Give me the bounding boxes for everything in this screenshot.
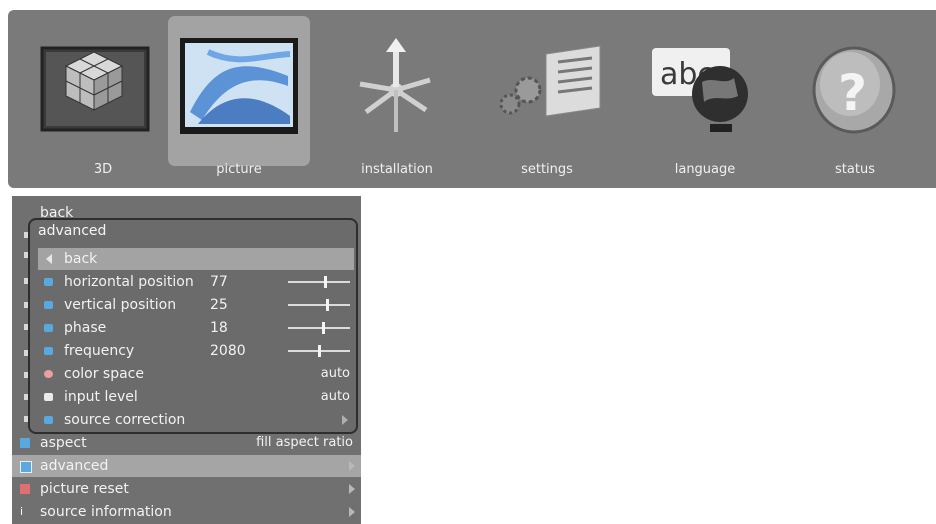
submenu-item-frequency[interactable]: frequency 2080 [38,340,354,362]
chevron-right-icon [349,507,355,517]
status-icon: ? [812,46,896,134]
color-space-icon [44,370,53,378]
item-label: aspect [40,435,87,451]
menu-item-advanced[interactable]: advanced [12,455,361,477]
submenu-item-phase[interactable]: phase 18 [38,317,354,339]
vertical-position-slider[interactable] [288,299,350,311]
item-label: color space [64,366,144,382]
back-label: back [64,251,98,267]
phase-slider[interactable] [288,322,350,334]
tab-label: picture [216,162,262,177]
tab-3d[interactable]: 3D [32,16,174,177]
submenu-item-horizontal-position[interactable]: horizontal position 77 [38,271,354,293]
item-value: auto [320,389,350,404]
submenu-back-item[interactable]: back [38,248,354,270]
item-label: source correction [64,412,186,428]
item-label: source information [40,504,172,520]
slider-knob[interactable] [318,345,321,357]
tab-label: language [674,162,736,177]
tab-label: settings [521,162,573,177]
position-icon [44,278,53,286]
phase-icon [44,324,53,332]
back-arrow-icon [46,254,52,264]
input-level-icon [44,393,53,401]
aspect-icon [20,438,30,448]
frequency-slider[interactable] [288,345,350,357]
chevron-right-icon [342,415,348,425]
tab-settings[interactable]: settings [476,16,618,177]
item-value: 2080 [210,343,246,359]
tab-status[interactable]: ? status [784,16,926,177]
picture-icon [180,38,298,134]
info-icon: i [20,505,24,518]
slider-knob[interactable] [326,299,329,311]
item-value: 18 [210,320,228,336]
submenu-title: advanced [38,223,107,239]
item-value: 25 [210,297,228,313]
source-correction-icon [44,416,53,424]
tab-label: status [835,162,875,177]
item-label: picture reset [40,481,129,497]
settings-icon [499,45,601,117]
item-label: phase [64,320,107,336]
advanced-icon [20,461,32,473]
tab-picture[interactable]: picture [168,16,310,177]
item-label: input level [64,389,138,405]
item-value: 77 [210,274,228,290]
frequency-icon [44,347,53,355]
menu-item-source-information[interactable]: i source information [12,501,361,523]
submenu-item-input-level[interactable]: input level auto [38,386,354,408]
horizontal-position-slider[interactable] [288,276,350,288]
slider-knob[interactable] [324,276,327,288]
item-label: advanced [40,458,109,474]
svg-text:?: ? [838,64,867,122]
item-label: vertical position [64,297,177,313]
item-value: auto [320,366,350,381]
tab-installation[interactable]: installation [326,16,468,177]
item-label: frequency [64,343,135,359]
menu-item-picture-reset[interactable]: picture reset [12,478,361,500]
item-label: horizontal position [64,274,194,290]
installation-icon [359,38,431,132]
tab-language[interactable]: abc language [634,16,776,177]
submenu-item-source-correction[interactable]: source correction [38,409,354,431]
cube-3d-icon [40,46,150,132]
submenu-item-color-space[interactable]: color space auto [38,363,354,385]
chevron-right-icon [349,484,355,494]
reset-icon [20,484,30,494]
tab-label: installation [361,162,433,177]
slider-knob[interactable] [322,322,325,334]
submenu-item-vertical-position[interactable]: vertical position 25 [38,294,354,316]
menu-item-aspect[interactable]: aspect fill aspect ratio [12,432,361,454]
language-icon: abc [652,48,748,132]
advanced-submenu: advanced back horizontal position 77 ver… [28,218,358,434]
item-value: fill aspect ratio [256,435,353,450]
top-menu-bar: 3D picture installation settings abc lan… [8,10,936,188]
tab-label: 3D [93,162,113,177]
chevron-right-icon [349,461,355,471]
position-icon [44,301,53,309]
